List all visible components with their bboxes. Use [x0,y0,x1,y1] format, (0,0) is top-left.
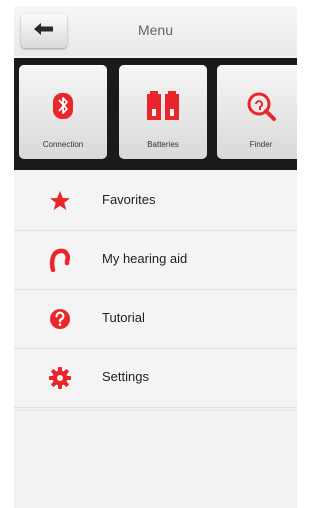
empty-area [14,410,297,508]
menu-item-label: Settings [102,369,149,384]
quick-access-bar: Connection Batteries Finder [14,58,297,170]
connection-label: Connection [42,140,84,149]
menu-item-label: Tutorial [102,310,145,325]
star-icon [47,188,73,214]
app-screen: Menu Connection Batteries Finder Favorit… [14,6,297,508]
connection-button[interactable]: Connection [19,65,107,159]
menu-list: Favorites My hearing aid Tutorial Settin… [14,172,297,408]
arrow-left-icon [34,22,54,40]
finder-icon [217,89,297,123]
bluetooth-icon [19,89,107,123]
gear-icon [47,365,73,391]
menu-item-settings[interactable]: Settings [14,349,297,408]
menu-item-favorites[interactable]: Favorites [14,172,297,231]
help-icon [47,306,73,332]
menu-item-my-hearing-aid[interactable]: My hearing aid [14,231,297,290]
page-title: Menu [137,22,174,38]
batteries-icon [119,89,207,123]
menu-item-label: Favorites [102,192,156,207]
back-button[interactable] [21,14,67,48]
hearing-aid-icon [47,247,73,273]
batteries-label: Batteries [147,140,179,149]
header-bar: Menu [14,6,297,56]
batteries-button[interactable]: Batteries [119,65,207,159]
menu-item-tutorial[interactable]: Tutorial [14,290,297,349]
finder-label: Finder [249,140,273,149]
finder-button[interactable]: Finder [217,65,297,159]
menu-item-label: My hearing aid [102,251,188,266]
